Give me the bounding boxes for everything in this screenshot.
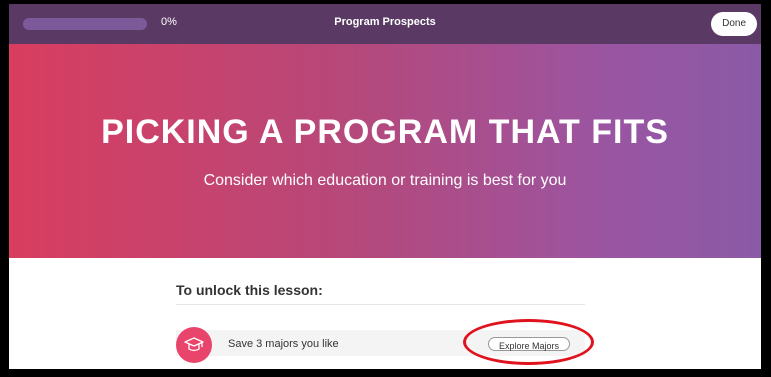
hero-banner: PICKING A PROGRAM THAT FITS Consider whi… xyxy=(9,44,761,258)
app-window: 0% Program Prospects Done PICKING A PROG… xyxy=(9,4,761,369)
top-bar: 0% Program Prospects Done xyxy=(9,4,761,44)
unlock-heading: To unlock this lesson: xyxy=(176,282,323,298)
graduation-cap-icon xyxy=(176,327,212,363)
task-label: Save 3 majors you like xyxy=(228,338,339,350)
done-button[interactable]: Done xyxy=(711,12,757,36)
page-title: Program Prospects xyxy=(334,16,436,28)
hero-title: PICKING A PROGRAM THAT FITS xyxy=(101,113,669,151)
divider xyxy=(176,304,585,305)
hero-subtitle: Consider which education or training is … xyxy=(203,172,567,189)
explore-majors-button[interactable]: Explore Majors xyxy=(488,337,570,351)
